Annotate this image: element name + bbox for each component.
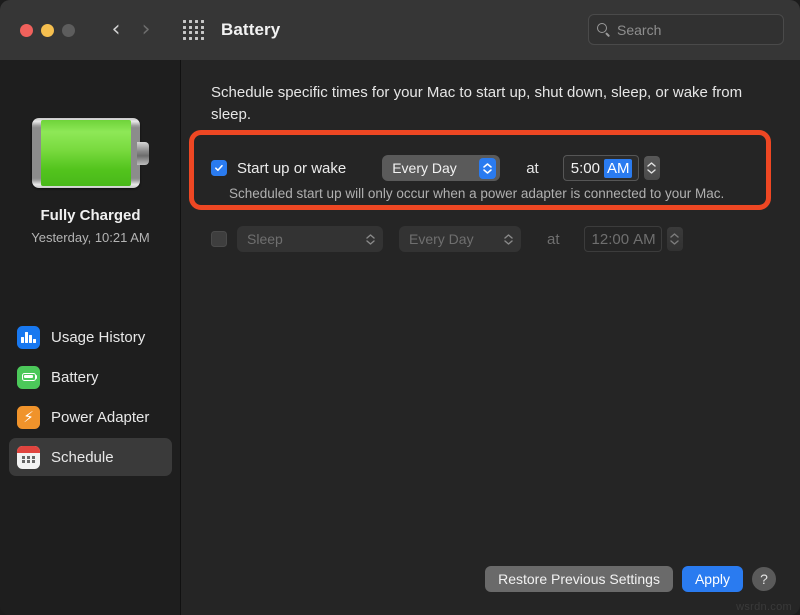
- sidebar-item-label: Schedule: [51, 449, 114, 466]
- sleep-time-value: 12:00: [592, 231, 630, 248]
- sidebar-item-schedule[interactable]: Schedule: [9, 438, 172, 476]
- sleep-day-dropdown[interactable]: Every Day: [399, 226, 521, 252]
- startup-time-value: 5:00: [571, 160, 600, 177]
- chart-bar-icon: [17, 326, 40, 349]
- intro-text: Schedule specific times for your Mac to …: [211, 82, 767, 126]
- title-bar: ‹ › Battery: [0, 0, 800, 60]
- maximize-button[interactable]: [62, 24, 75, 37]
- bolt-icon: ⚡: [17, 406, 40, 429]
- startup-meridiem-value[interactable]: AM: [604, 159, 633, 178]
- sleep-schedule-row: Sleep Every Day at 12:00 AM: [211, 226, 683, 252]
- startup-at-label: at: [526, 160, 539, 177]
- search-icon: [597, 23, 611, 37]
- battery-preferences-window: ‹ › Battery Fully Charged Yesterday, 10:…: [0, 0, 800, 615]
- sleep-checkbox[interactable]: [211, 231, 227, 247]
- apply-button[interactable]: Apply: [682, 566, 743, 592]
- close-button[interactable]: [20, 24, 33, 37]
- checkmark-icon: [214, 163, 224, 173]
- sidebar-item-label: Power Adapter: [51, 409, 149, 426]
- battery-full-icon: [32, 118, 149, 188]
- startup-day-value: Every Day: [392, 160, 457, 176]
- sleep-action-value: Sleep: [247, 231, 283, 247]
- sleep-day-value: Every Day: [409, 231, 474, 247]
- startup-time-field[interactable]: 5:00 AM: [563, 155, 639, 181]
- startup-label: Start up or wake: [237, 160, 346, 177]
- navigation-buttons: ‹ ›: [103, 15, 159, 45]
- apps-grid-icon[interactable]: [183, 20, 205, 40]
- sidebar-item-battery[interactable]: Battery: [9, 358, 172, 396]
- chevron-updown-icon: [479, 158, 496, 179]
- search-field[interactable]: [588, 14, 784, 45]
- chevron-updown-icon: [500, 229, 517, 250]
- footer-buttons: Restore Previous Settings Apply ?: [485, 566, 776, 592]
- battery-icon: [17, 366, 40, 389]
- sidebar-item-power-adapter[interactable]: ⚡ Power Adapter: [9, 398, 172, 436]
- battery-status-subtitle: Yesterday, 10:21 AM: [0, 230, 181, 245]
- watermark: wsrdn.com: [736, 601, 792, 613]
- search-input[interactable]: [617, 22, 775, 38]
- battery-status-title: Fully Charged: [0, 207, 181, 224]
- chevron-updown-icon: [362, 229, 379, 250]
- forward-chevron-icon[interactable]: ›: [133, 15, 159, 45]
- main-content: Schedule specific times for your Mac to …: [181, 60, 800, 615]
- startup-day-dropdown[interactable]: Every Day: [382, 155, 500, 181]
- startup-schedule-row: Start up or wake Every Day at 5:00 AM: [211, 155, 660, 181]
- sleep-time-field[interactable]: 12:00 AM: [584, 226, 662, 252]
- startup-helper-text: Scheduled start up will only occur when …: [229, 186, 724, 201]
- sidebar: Fully Charged Yesterday, 10:21 AM Usage …: [0, 60, 181, 615]
- sidebar-item-label: Battery: [51, 369, 99, 386]
- sidebar-nav: Usage History Battery ⚡ Power Adapter: [9, 318, 172, 478]
- help-button[interactable]: ?: [752, 567, 776, 591]
- restore-previous-settings-button[interactable]: Restore Previous Settings: [485, 566, 673, 592]
- startup-checkbox[interactable]: [211, 160, 227, 176]
- window-controls: [20, 24, 75, 37]
- page-title: Battery: [221, 20, 280, 40]
- sleep-action-dropdown[interactable]: Sleep: [237, 226, 383, 252]
- sleep-time-stepper[interactable]: [667, 227, 683, 251]
- sleep-at-label: at: [547, 231, 560, 248]
- calendar-icon: [17, 446, 40, 469]
- sidebar-item-usage-history[interactable]: Usage History: [9, 318, 172, 356]
- sleep-meridiem-value: AM: [633, 230, 656, 249]
- back-chevron-icon[interactable]: ‹: [103, 15, 129, 45]
- minimize-button[interactable]: [41, 24, 54, 37]
- startup-time-stepper[interactable]: [644, 156, 660, 180]
- sidebar-item-label: Usage History: [51, 329, 145, 346]
